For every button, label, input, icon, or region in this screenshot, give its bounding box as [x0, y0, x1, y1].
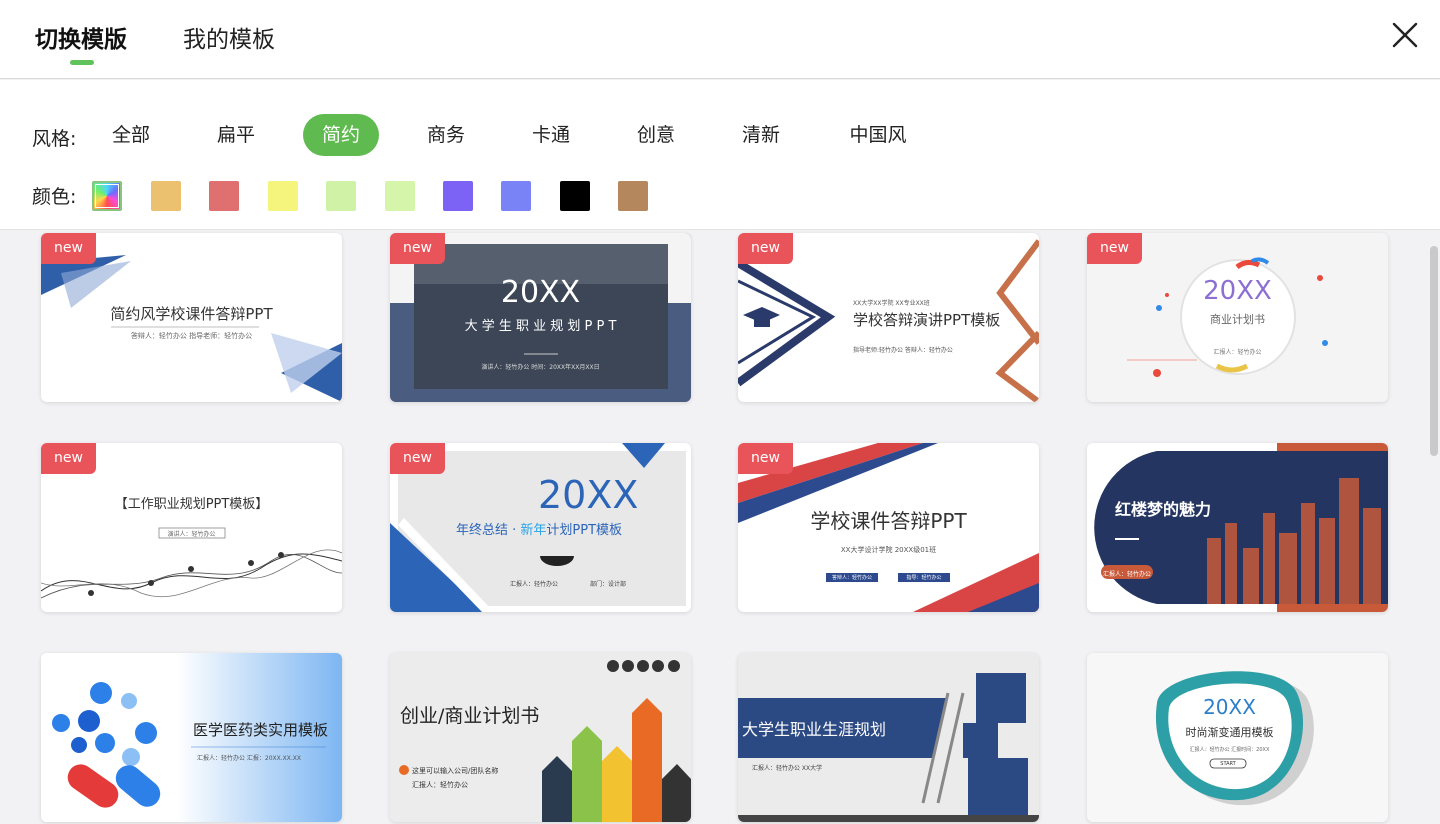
style-option-fresh[interactable]: 清新 — [723, 114, 799, 156]
template-subtitle: 汇报人：轻竹办公 — [1213, 349, 1262, 356]
template-title: 红楼梦的魅力 — [1115, 500, 1212, 519]
start-label: START — [1220, 761, 1236, 767]
template-subtitle: 演讲人：轻竹办公 — [167, 531, 216, 538]
style-option-chinese[interactable]: 中国风 — [836, 114, 920, 156]
style-option-flat[interactable]: 扁平 — [198, 114, 274, 156]
template-title: 医学医药类实用模板 — [193, 721, 329, 739]
template-title: 年终总结 · 新年计划PPT模板 — [456, 519, 622, 538]
color-swatch-orange[interactable] — [151, 181, 181, 211]
new-badge: new — [1087, 233, 1142, 264]
template-subtitle: 汇报人：轻竹办公 汇报：20XX.XX.XX — [197, 755, 302, 762]
filter-panel: 风格: 全部 扁平 简约 商务 卡通 创意 清新 中国风 颜色: — [0, 80, 1440, 230]
color-swatch-black[interactable] — [560, 181, 590, 211]
template-subtitle: 指导老师:轻竹办公 答辩人：轻竹办公 — [853, 347, 953, 354]
style-filter-label: 风格: — [32, 128, 77, 150]
new-badge: new — [738, 233, 793, 264]
new-badge: new — [390, 233, 445, 264]
style-option-business[interactable]: 商务 — [408, 114, 484, 156]
style-option-cartoon[interactable]: 卡通 — [513, 114, 589, 156]
new-badge: new — [738, 443, 793, 474]
scrollbar[interactable] — [1428, 231, 1440, 824]
style-option-all[interactable]: 全部 — [93, 114, 169, 156]
template-card[interactable]: 学校课件答辩PPT XX大学设计学院 20XX级01班 答辩人：轻竹办公 指导：… — [738, 443, 1039, 612]
style-option-creative[interactable]: 创意 — [618, 114, 694, 156]
template-card[interactable]: 大学生职业生涯规划 汇报人：轻竹办公 XX大学 — [738, 653, 1039, 822]
template-subtitle: 指导：轻竹办公 — [906, 575, 942, 581]
new-badge: new — [390, 443, 445, 474]
template-card[interactable]: 20XX 年终总结 · 新年计划PPT模板 汇报人：轻竹办公 部门：设计部 ne… — [390, 443, 691, 612]
template-title: 20XX — [538, 473, 639, 517]
template-header-text: XX大学XX学院 XX专业XX班 — [853, 300, 930, 307]
color-swatch-purple[interactable] — [443, 181, 473, 211]
template-thumbnail — [1094, 443, 1388, 612]
template-card[interactable]: 20XX 时尚渐变通用模板 汇报人：轻竹办公 汇报时间：20XX START — [1087, 653, 1388, 822]
tab-switch-template[interactable]: 切换模版 — [35, 20, 127, 54]
template-thumbnail — [399, 660, 691, 822]
template-card[interactable]: 创业/商业计划书 这里可以输入公司/团队名称 汇报人：轻竹办公 — [390, 653, 691, 822]
title-part: 新年 — [520, 523, 547, 538]
color-swatch-light-green[interactable] — [326, 181, 356, 211]
template-title: 大学生职业生涯规划 — [742, 720, 887, 739]
title-part: 年终总结 · — [456, 523, 521, 538]
template-card[interactable]: 【工作职业规划PPT模板】 演讲人：轻竹办公 new — [41, 443, 342, 612]
new-badge: new — [41, 233, 96, 264]
template-title: 学校答辩演讲PPT模板 — [853, 311, 1001, 329]
color-swatch-blue[interactable] — [501, 181, 531, 211]
template-title: 20XX — [1203, 276, 1272, 306]
new-badge: new — [41, 443, 96, 474]
title-part: 计划PPT模板 — [546, 523, 623, 538]
header-bar: 切换模版 我的模板 — [0, 0, 1440, 79]
template-subtitle: 汇报人：轻竹办公 — [510, 581, 559, 588]
template-subtitle: 这里可以输入公司/团队名称 — [412, 767, 499, 775]
color-filter-label: 颜色: — [32, 186, 77, 208]
color-swatch-yellow[interactable] — [268, 181, 298, 211]
template-subtitle: 汇报人：轻竹办公 汇报时间：20XX — [1189, 747, 1270, 753]
active-tab-indicator — [70, 60, 94, 65]
template-grid: 简约风学校课件答辩PPT 答辩人：轻竹办公 指导老师：轻竹办公 new 20XX… — [0, 231, 1440, 824]
template-card[interactable]: XX大学XX学院 XX专业XX班 学校答辩演讲PPT模板 指导老师:轻竹办公 答… — [738, 233, 1039, 402]
template-card[interactable]: 医学医药类实用模板 汇报人：轻竹办公 汇报：20XX.XX.XX — [41, 653, 342, 822]
template-subtitle: 演讲人：轻竹办公 时间：20XX年XX月XX日 — [481, 364, 600, 371]
template-subtitle: 汇报人：轻竹办公 — [412, 781, 468, 789]
color-swatch-pale-green[interactable] — [385, 181, 415, 211]
close-icon[interactable] — [1392, 22, 1418, 48]
style-option-minimal[interactable]: 简约 — [303, 114, 379, 156]
color-swatch-all[interactable] — [92, 181, 122, 211]
template-title: 【工作职业规划PPT模板】 — [114, 497, 269, 512]
scrollbar-thumb[interactable] — [1430, 246, 1438, 456]
template-subtitle: 答辩人：轻竹办公 — [831, 575, 872, 581]
template-card[interactable]: 红楼梦的魅力 汇报人：轻竹办公 — [1087, 443, 1388, 612]
template-title: 学校课件答辩PPT — [810, 509, 967, 533]
template-title: 20XX — [1203, 695, 1256, 719]
template-subtitle: 汇报人：轻竹办公 — [1102, 571, 1151, 578]
template-subtitle: 部门：设计部 — [590, 581, 627, 588]
tab-my-templates[interactable]: 我的模板 — [183, 20, 275, 54]
template-title: 简约风学校课件答辩PPT — [110, 305, 273, 323]
color-swatch-brown[interactable] — [618, 181, 648, 211]
template-title: 创业/商业计划书 — [400, 705, 540, 727]
template-card[interactable]: 简约风学校课件答辩PPT 答辩人：轻竹办公 指导老师：轻竹办公 new — [41, 233, 342, 402]
template-card[interactable]: 20XX 商业计划书 汇报人：轻竹办公 new — [1087, 233, 1388, 402]
template-title: 商业计划书 — [1210, 313, 1265, 326]
template-title: 时尚渐变通用模板 — [1185, 726, 1274, 739]
template-card[interactable]: 20XX 大 学 生 职 业 规 划 P P T 演讲人：轻竹办公 时间：20X… — [390, 233, 691, 402]
template-title: 大 学 生 职 业 规 划 P P T — [464, 319, 617, 334]
template-title: 20XX — [500, 275, 581, 310]
template-subtitle: 答辩人：轻竹办公 指导老师：轻竹办公 — [130, 332, 253, 340]
color-swatch-red[interactable] — [209, 181, 239, 211]
template-header-text: XX大学设计学院 20XX级01班 — [840, 546, 937, 554]
template-subtitle: 汇报人：轻竹办公 XX大学 — [752, 765, 823, 772]
